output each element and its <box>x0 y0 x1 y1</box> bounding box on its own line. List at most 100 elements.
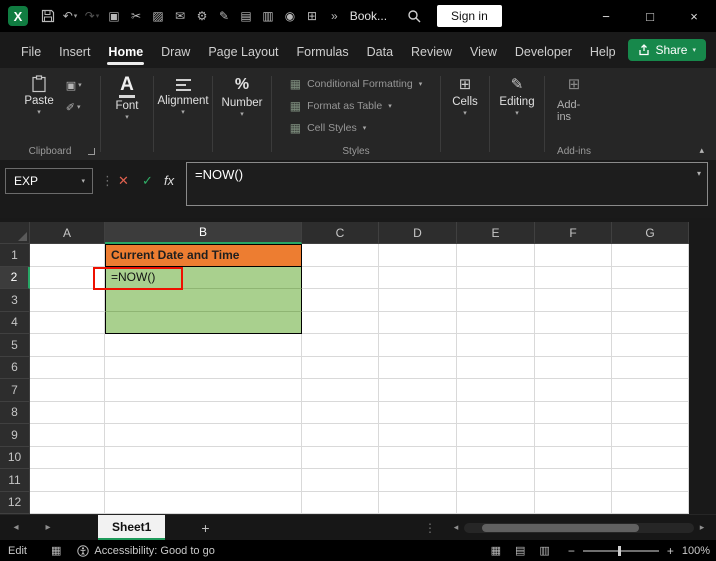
cell-E8[interactable] <box>457 401 535 424</box>
collapse-formula-bar-icon[interactable]: ▾ <box>697 169 701 178</box>
row-header-12[interactable]: 12 <box>0 491 30 514</box>
cell-D6[interactable] <box>379 356 457 379</box>
cell-styles-button[interactable]: ▦ Cell Styles ▾ <box>290 121 366 135</box>
alignment-button[interactable]: Alignment ▾ <box>151 75 214 116</box>
gear-icon[interactable]: ⚙ <box>191 4 213 28</box>
cell-C3[interactable] <box>302 289 379 312</box>
addins-button[interactable]: ⊞ Add-ins <box>551 75 597 123</box>
cell-G6[interactable] <box>612 356 689 379</box>
cell-D8[interactable] <box>379 401 457 424</box>
cell-D1[interactable] <box>379 244 457 267</box>
tab-review[interactable]: Review <box>402 36 461 68</box>
prev-sheet-icon[interactable]: ◂ <box>0 522 32 533</box>
cell-D5[interactable] <box>379 334 457 357</box>
row-header-3[interactable]: 3 <box>0 289 30 312</box>
number-button[interactable]: % Number ▾ <box>216 75 269 119</box>
cell-A3[interactable] <box>30 289 105 312</box>
page-layout-view-icon[interactable]: ▤ <box>515 544 525 557</box>
cell-F9[interactable] <box>535 424 612 447</box>
share-button[interactable]: Share ▾ <box>628 39 706 61</box>
tab-insert[interactable]: Insert <box>50 36 99 68</box>
zoom-slider-thumb[interactable] <box>617 545 621 556</box>
cell-E3[interactable] <box>457 289 535 312</box>
macro-record-icon[interactable]: ▦ <box>51 544 61 557</box>
tab-file[interactable]: File <box>12 36 50 68</box>
name-box[interactable]: EXP ▾ <box>5 168 93 194</box>
cell-G8[interactable] <box>612 401 689 424</box>
tab-developer[interactable]: Developer <box>506 36 581 68</box>
grid-icon[interactable]: ⊞ <box>301 4 323 28</box>
tab-scroll-splitter-icon[interactable]: ⋮ <box>424 521 436 535</box>
toolbar-overflow-icon[interactable]: » <box>331 9 338 23</box>
tab-view[interactable]: View <box>461 36 506 68</box>
cell-B10[interactable] <box>105 446 302 469</box>
cell-C6[interactable] <box>302 356 379 379</box>
cell-B9[interactable] <box>105 424 302 447</box>
scrollbar-track[interactable] <box>464 522 694 533</box>
cell-C8[interactable] <box>302 401 379 424</box>
cell-F2[interactable] <box>535 266 612 289</box>
cell-A5[interactable] <box>30 334 105 357</box>
formula-input[interactable]: =NOW() <box>186 162 708 206</box>
mail-icon[interactable]: ✉ <box>169 4 191 28</box>
row-header-9[interactable]: 9 <box>0 424 30 447</box>
cell-D9[interactable] <box>379 424 457 447</box>
close-button[interactable]: × <box>672 0 716 32</box>
row-header-10[interactable]: 10 <box>0 446 30 469</box>
zoom-in-icon[interactable]: + <box>667 544 674 558</box>
document-icon[interactable]: ▤ <box>235 4 257 28</box>
cell-A4[interactable] <box>30 311 105 334</box>
cut-icon[interactable]: ✂ <box>125 4 147 28</box>
column-header-D[interactable]: D <box>379 222 457 244</box>
copy-icon[interactable]: ▣ <box>103 4 125 28</box>
tab-formulas[interactable]: Formulas <box>288 36 358 68</box>
cell-F3[interactable] <box>535 289 612 312</box>
printer-icon[interactable]: ▥ <box>257 4 279 28</box>
undo-icon[interactable]: ↶ ▾ <box>59 4 81 28</box>
tab-home[interactable]: Home <box>99 36 152 68</box>
new-sheet-button[interactable]: + <box>201 520 209 536</box>
formula-bar-splitter-icon[interactable]: ⋮ <box>101 173 114 189</box>
cell-C4[interactable] <box>302 311 379 334</box>
cell-E1[interactable] <box>457 244 535 267</box>
clipboard-dialog-launcher-icon[interactable] <box>88 148 95 155</box>
cell-B7[interactable] <box>105 379 302 402</box>
tab-page-layout[interactable]: Page Layout <box>199 36 287 68</box>
column-header-A[interactable]: A <box>30 222 105 244</box>
cell-C2[interactable] <box>302 266 379 289</box>
cell-D7[interactable] <box>379 379 457 402</box>
save-icon[interactable] <box>37 4 59 28</box>
cell-A7[interactable] <box>30 379 105 402</box>
cell-G9[interactable] <box>612 424 689 447</box>
cell-B11[interactable] <box>105 469 302 492</box>
row-header-5[interactable]: 5 <box>0 334 30 357</box>
cell-B12[interactable] <box>105 491 302 514</box>
paste-button[interactable]: Paste ▾ <box>18 75 59 116</box>
cell-G5[interactable] <box>612 334 689 357</box>
scrollbar-thumb[interactable] <box>482 523 639 532</box>
cell-D3[interactable] <box>379 289 457 312</box>
cell-B1[interactable]: Current Date and Time <box>105 244 302 267</box>
insert-function-icon[interactable]: fx <box>164 173 174 188</box>
accessibility-checker[interactable]: Accessibility: Good to go <box>77 545 215 557</box>
cell-C10[interactable] <box>302 446 379 469</box>
cell-D10[interactable] <box>379 446 457 469</box>
column-header-E[interactable]: E <box>457 222 535 244</box>
tab-draw[interactable]: Draw <box>152 36 199 68</box>
cell-D2[interactable] <box>379 266 457 289</box>
column-header-C[interactable]: C <box>302 222 379 244</box>
normal-view-icon[interactable]: ▦ <box>491 544 501 557</box>
cell-E7[interactable] <box>457 379 535 402</box>
cell-G4[interactable] <box>612 311 689 334</box>
cell-G2[interactable] <box>612 266 689 289</box>
cell-G7[interactable] <box>612 379 689 402</box>
cell-A9[interactable] <box>30 424 105 447</box>
cell-B3[interactable] <box>105 289 302 312</box>
column-header-F[interactable]: F <box>535 222 612 244</box>
paste-options-icon[interactable]: ▣ ▾ <box>66 79 82 92</box>
cell-B8[interactable] <box>105 401 302 424</box>
row-header-11[interactable]: 11 <box>0 469 30 492</box>
cell-B4[interactable] <box>105 311 302 334</box>
collapse-ribbon-icon[interactable]: ▴ <box>699 145 704 156</box>
cell-F4[interactable] <box>535 311 612 334</box>
